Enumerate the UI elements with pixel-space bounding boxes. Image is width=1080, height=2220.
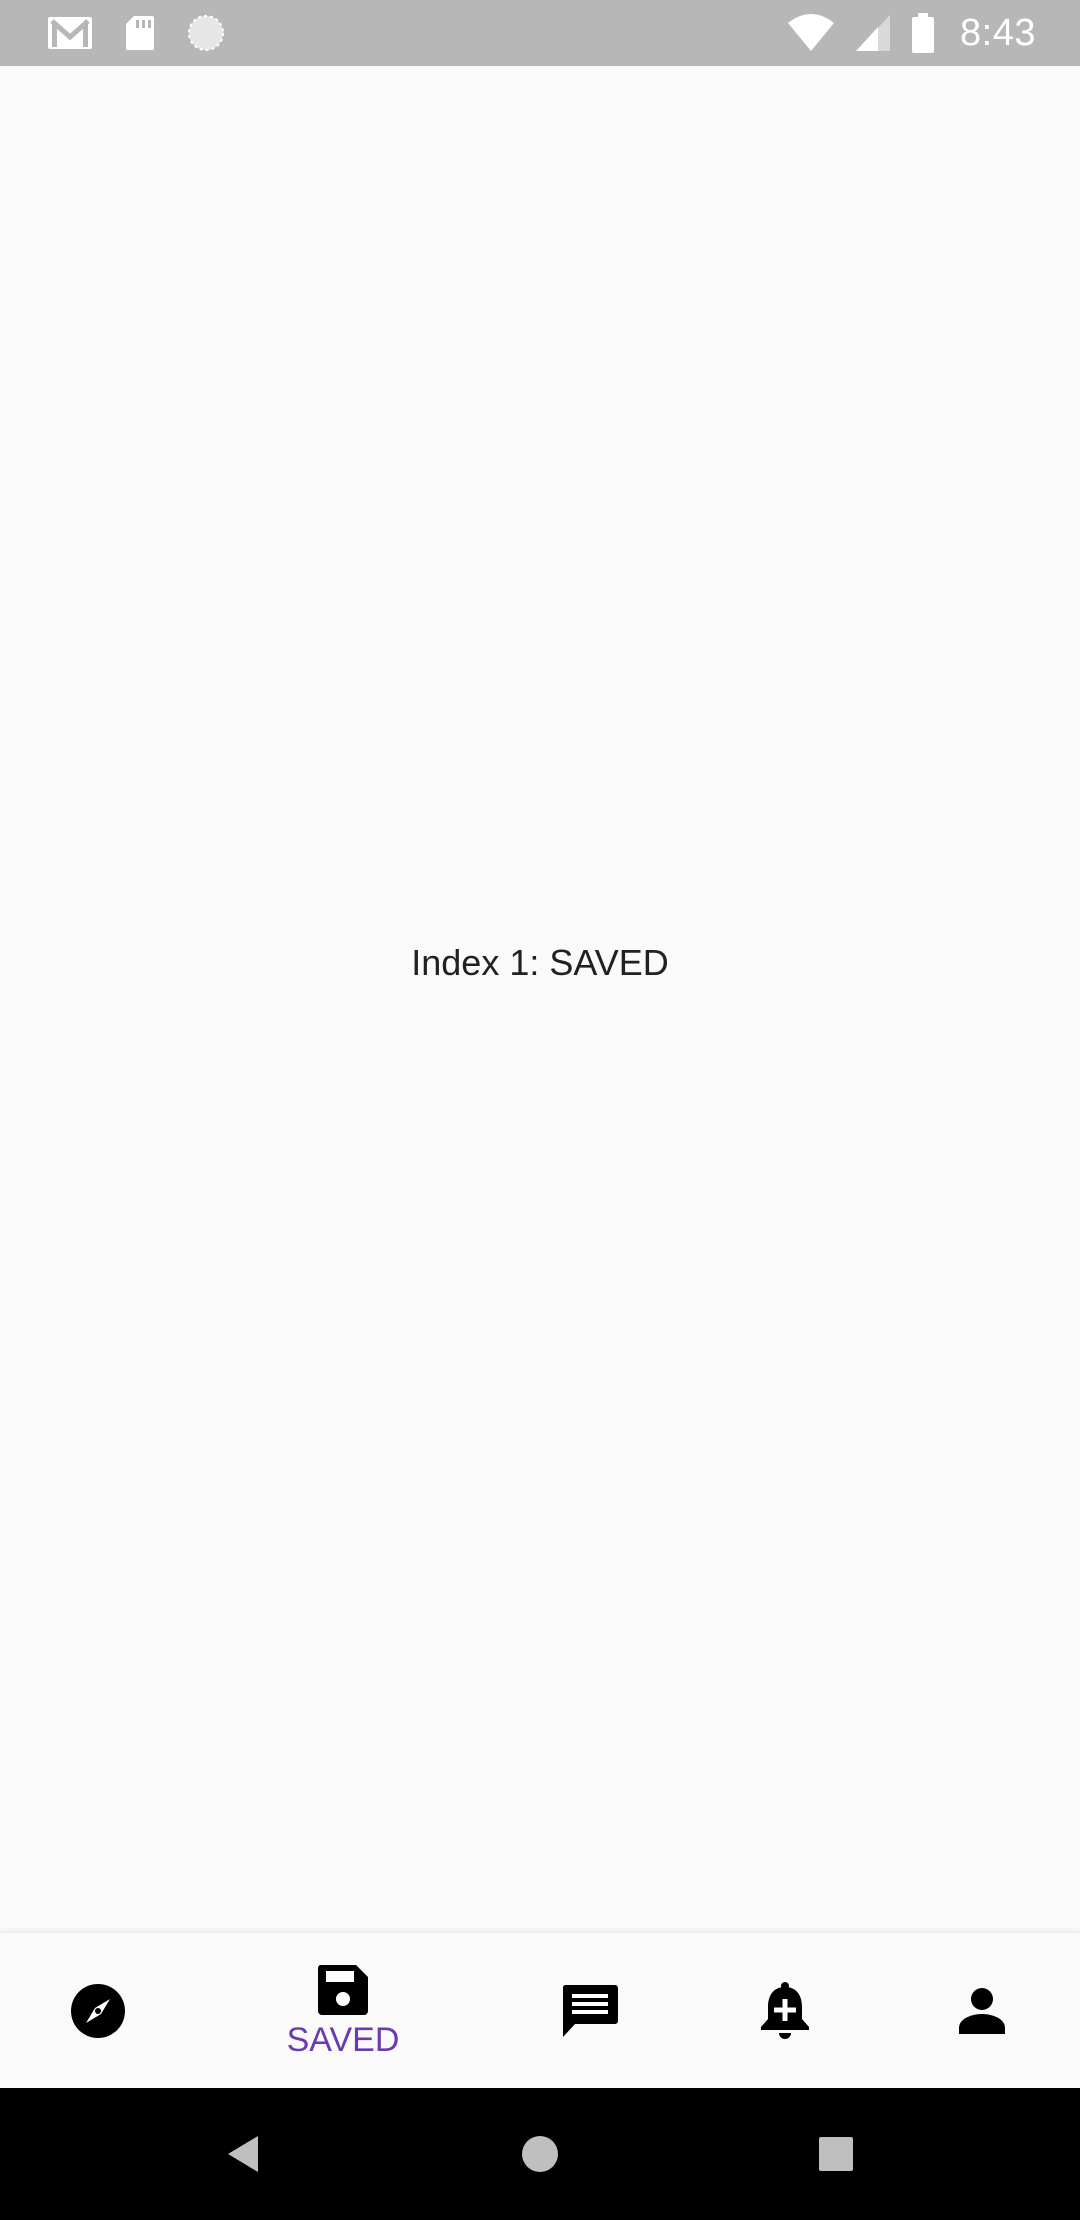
signal-icon — [854, 13, 892, 53]
sync-icon — [186, 13, 226, 53]
recents-icon — [817, 2135, 855, 2173]
nav-item-explore[interactable] — [0, 1933, 196, 2089]
home-icon — [520, 2134, 560, 2174]
app-screen: 8:43 Index 1: SAVED SAVED — [0, 0, 1080, 2220]
status-notifications — [46, 12, 226, 54]
nav-label-saved: SAVED — [286, 2020, 400, 2059]
wifi-icon — [786, 13, 836, 53]
status-system: 8:43 — [786, 10, 1036, 56]
person-icon — [957, 1986, 1007, 2036]
bell-plus-icon — [758, 1981, 812, 2041]
nav-item-notifications[interactable] — [687, 1933, 883, 2089]
nav-item-profile[interactable] — [884, 1933, 1080, 2089]
bottom-navigation: SAVED — [0, 1932, 1080, 2089]
sd-card-icon — [124, 14, 156, 52]
gmail-icon — [46, 15, 94, 51]
status-bar: 8:43 — [0, 0, 1080, 66]
home-button[interactable] — [504, 2118, 576, 2190]
status-time: 8:43 — [960, 11, 1036, 54]
back-button[interactable] — [206, 2118, 278, 2190]
message-icon — [561, 1983, 619, 2039]
battery-icon — [910, 12, 936, 54]
compass-icon — [69, 1982, 127, 2040]
recents-button[interactable] — [800, 2118, 872, 2190]
save-icon — [316, 1963, 370, 2017]
back-icon — [222, 2132, 262, 2176]
nav-item-messages[interactable] — [492, 1933, 688, 2089]
system-navigation-bar — [0, 2088, 1080, 2220]
page-index-text: Index 1: SAVED — [411, 942, 669, 983]
main-content: Index 1: SAVED — [0, 66, 1080, 1932]
nav-item-saved[interactable]: SAVED — [245, 1933, 441, 2089]
